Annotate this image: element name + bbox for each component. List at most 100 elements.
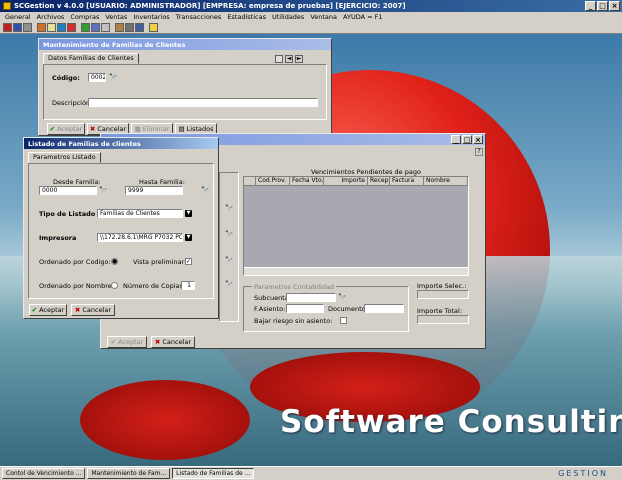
descripcion-label: Descripción: — [52, 99, 93, 107]
tools-icon[interactable] — [125, 23, 134, 32]
riesgo-checkbox[interactable] — [340, 317, 347, 324]
cancelar-button[interactable]: ✖ Cancelar — [151, 336, 195, 348]
close-button[interactable]: × — [609, 1, 620, 11]
menu-estadisticas[interactable]: Estadísticas — [224, 13, 269, 21]
binoculars-icon[interactable]: 🔭 — [225, 256, 233, 264]
app-icon — [3, 2, 11, 10]
calendar-icon[interactable] — [101, 23, 110, 32]
help-icon[interactable] — [149, 23, 158, 32]
taskbar-item-mantenimiento[interactable]: Mantenimiento de Fam... — [87, 468, 171, 479]
column-header[interactable]: Factura — [390, 177, 424, 186]
aceptar-button[interactable]: ✔ Aceptar — [47, 123, 85, 135]
order-icon[interactable] — [57, 23, 66, 32]
cancelar-button[interactable]: ✖ Cancelar — [71, 304, 115, 316]
ordenado-codigo-radio[interactable]: ● — [111, 258, 118, 265]
column-header[interactable]: Fecha Vto. — [290, 177, 324, 186]
invoice-icon[interactable] — [47, 23, 56, 32]
aceptar-button[interactable]: ✔ Aceptar — [107, 336, 147, 348]
vista-preliminar-checkbox[interactable]: ✓ — [185, 258, 192, 265]
column-header[interactable]: Cod.Prov. — [256, 177, 290, 186]
binoculars-icon[interactable]: 🔭 — [338, 293, 346, 301]
x-icon: ✖ — [154, 338, 161, 346]
importe-selec-value — [417, 290, 469, 299]
column-header[interactable]: Importe — [324, 177, 368, 186]
window-icon[interactable] — [135, 23, 144, 32]
codigo-input[interactable]: 0002 — [88, 73, 106, 82]
exit-icon[interactable] — [3, 23, 12, 32]
codigo-label: Código: — [52, 74, 80, 82]
report-icon[interactable] — [67, 23, 76, 32]
chart-icon[interactable] — [81, 23, 90, 32]
minimize-button[interactable]: _ — [451, 135, 461, 144]
vencimientos-grid[interactable]: Cod.Prov. Fecha Vto. Importe Recep Factu… — [243, 176, 469, 276]
subcuenta-input[interactable] — [286, 293, 336, 302]
horizontal-scrollbar[interactable] — [244, 267, 468, 275]
box-icon[interactable] — [115, 23, 124, 32]
menu-ayuda[interactable]: AYUDA = F1 — [340, 13, 385, 21]
fasiento-input[interactable] — [286, 304, 324, 313]
documento-input[interactable] — [364, 304, 404, 313]
printer-icon: ▤ — [178, 125, 185, 133]
tab-datos-familias[interactable]: Datos Familias de Clientes — [43, 53, 139, 64]
trash-icon: ▦ — [134, 125, 141, 133]
maximize-button[interactable]: □ — [462, 135, 472, 144]
arrow-right-icon[interactable]: ► — [295, 55, 303, 63]
dropdown-arrow-icon[interactable]: ▼ — [185, 234, 192, 241]
taskbar-item-vencimientos[interactable]: Contol de Vencimiento ... — [2, 468, 86, 479]
x-icon: ✖ — [89, 125, 96, 133]
parametros-contabilidad-panel: Parametros Contabilidad Subcuenta: 🔭 F.A… — [243, 283, 409, 332]
checkmark-icon: ✔ — [31, 306, 38, 314]
ordenado-nombre-radio[interactable] — [111, 282, 118, 289]
maximize-button[interactable]: □ — [597, 1, 608, 11]
menu-general[interactable]: General — [2, 13, 34, 21]
menu-ventas[interactable]: Ventas — [102, 13, 130, 21]
brand-text: Software Consulting — [280, 404, 622, 440]
desde-input[interactable]: 0000 — [39, 186, 97, 195]
listado-form-panel: Desde Familia: 0000 🔭 Hasta Familia: 999… — [28, 163, 214, 299]
tipo-listado-label: Tipo de Listado — [39, 210, 96, 218]
binoculars-icon[interactable]: 🔭 — [99, 186, 107, 194]
documento-label: Documento: — [328, 305, 368, 313]
menu-transacciones[interactable]: Transacciones — [173, 13, 225, 21]
binoculars-icon[interactable]: 🔭 — [109, 73, 117, 81]
dropdown-arrow-icon[interactable]: ▼ — [185, 210, 192, 217]
help-icon[interactable]: ? — [475, 148, 483, 156]
binoculars-icon[interactable]: 🔭 — [201, 186, 209, 194]
toolbar — [0, 22, 622, 34]
gestion-label: GESTION — [558, 469, 608, 478]
x-icon: ✖ — [74, 306, 81, 314]
minimize-button[interactable]: _ — [585, 1, 596, 11]
impresora-select[interactable]: \\172.28.6.1\MRG P7032 PCL 6 2.1 — [97, 233, 183, 242]
print-icon[interactable] — [23, 23, 32, 32]
column-header[interactable]: Recep — [368, 177, 390, 186]
menu-archivos[interactable]: Archivos — [34, 13, 68, 21]
arrow-left-icon[interactable]: ◄ — [285, 55, 293, 63]
hasta-label: Hasta Familia: — [139, 178, 185, 186]
truck-icon[interactable] — [37, 23, 46, 32]
tab-parametros-listado[interactable]: Parametros Listado — [28, 152, 101, 163]
binoculars-icon[interactable]: 🔭 — [225, 204, 233, 212]
column-header[interactable]: Nombre — [424, 177, 468, 186]
taskbar-item-listado[interactable]: Listado de Familias de ... — [172, 468, 255, 479]
hasta-input[interactable]: 9999 — [125, 186, 183, 195]
listado-familias-window: Listado de Familias de clientes Parametr… — [23, 137, 219, 319]
menu-inventarios[interactable]: Inventarios — [130, 13, 172, 21]
binoculars-icon[interactable]: 🔭 — [225, 280, 233, 288]
ordenado-nombre-label: Ordenado por Nombre: — [39, 282, 114, 290]
binoculars-icon[interactable]: 🔭 — [225, 230, 233, 238]
save-icon[interactable] — [13, 23, 22, 32]
fasiento-label: F.Asiento: — [254, 305, 286, 313]
checkmark-icon: ✔ — [49, 125, 56, 133]
descripcion-input[interactable] — [88, 98, 318, 107]
importe-total-value — [417, 315, 469, 324]
menu-ventana[interactable]: Ventana — [307, 13, 340, 21]
users-icon[interactable] — [91, 23, 100, 32]
copias-input[interactable]: 1 — [181, 281, 195, 290]
menu-utilidades[interactable]: Utilidades — [269, 13, 307, 21]
aceptar-button[interactable]: ✔ Aceptar — [29, 304, 67, 316]
grid-header: Cod.Prov. Fecha Vto. Importe Recep Factu… — [244, 177, 468, 186]
menu-compras[interactable]: Compras — [67, 13, 102, 21]
tipo-listado-select[interactable]: Familias de Clientes — [97, 209, 183, 218]
print-icon[interactable] — [275, 55, 283, 63]
close-button[interactable]: × — [473, 135, 483, 144]
